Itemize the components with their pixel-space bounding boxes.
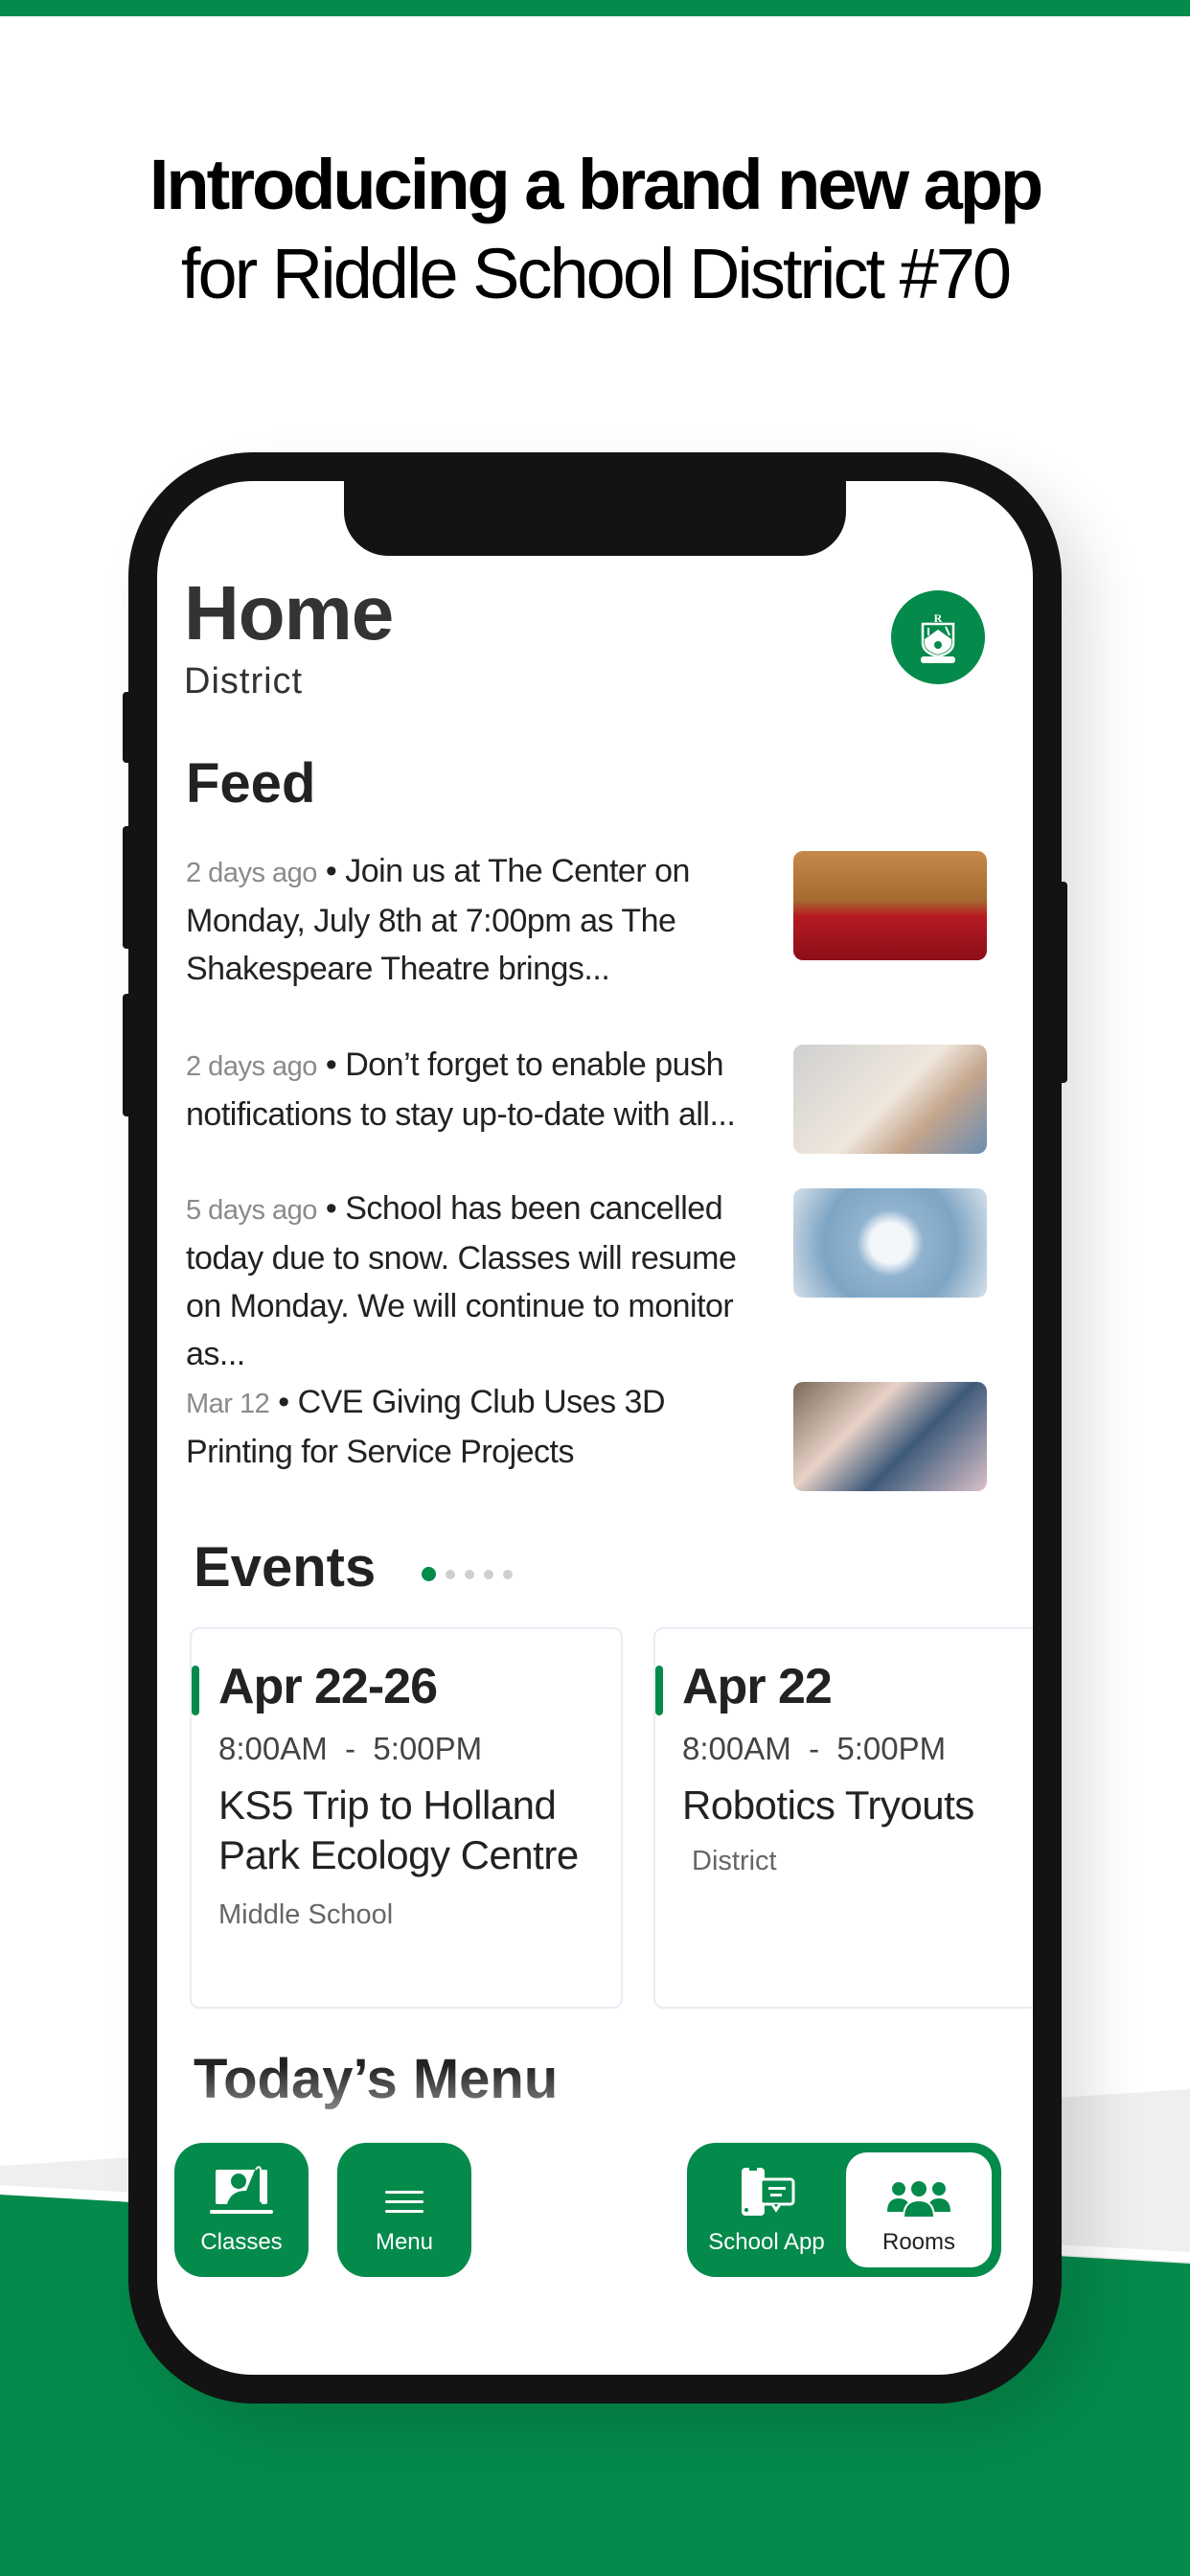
- phone-message-icon: [742, 2168, 795, 2216]
- phone-power-button: [1058, 882, 1067, 1083]
- bullet-separator: •: [325, 853, 346, 889]
- page-dot[interactable]: [503, 1569, 513, 1579]
- feed-item-time: 2 days ago: [186, 1051, 317, 1082]
- mittens-snowflake-photo: [793, 1188, 987, 1298]
- phone-volume-up-button: [123, 826, 132, 949]
- school-app-label: School App: [708, 2229, 825, 2255]
- todays-menu-heading: Today’s Menu: [194, 2048, 559, 2110]
- feed-item[interactable]: 2 days ago • Don’t forget to enable push…: [186, 1041, 987, 1154]
- bullet-separator: •: [325, 1046, 346, 1083]
- page-dot[interactable]: [465, 1569, 474, 1579]
- theatre-seats-photo: [793, 851, 987, 960]
- feed-item-text: 2 days ago • Join us at The Center on Mo…: [186, 847, 780, 993]
- hands-phone-photo: [793, 1045, 987, 1154]
- bullet-separator: •: [325, 1190, 346, 1227]
- feed-item-text: 5 days ago • School has been cancelled t…: [186, 1184, 780, 1378]
- event-date: Apr 22-26: [218, 1659, 438, 1714]
- page-dot-active[interactable]: [422, 1567, 436, 1581]
- classes-button[interactable]: Classes: [174, 2143, 309, 2277]
- menu-button[interactable]: Menu: [337, 2143, 471, 2277]
- page-subtitle: District: [184, 661, 304, 702]
- app-screen: Home District R Feed 2 days ago • Join u…: [157, 481, 1033, 2375]
- event-accent-bar: [192, 1666, 199, 1715]
- event-title: Robotics Tryouts: [682, 1782, 974, 1828]
- events-page-indicator[interactable]: [422, 1567, 513, 1581]
- feed-item[interactable]: 2 days ago • Join us at The Center on Mo…: [186, 847, 987, 991]
- headline-line-1: Introducing a brand new app: [149, 145, 1043, 224]
- event-date: Apr 22: [682, 1659, 833, 1714]
- headline-line-2: for Riddle School District #70: [180, 234, 1012, 313]
- bullet-separator: •: [278, 1384, 298, 1420]
- menu-label: Menu: [375, 2229, 434, 2255]
- page-dot[interactable]: [446, 1569, 455, 1579]
- promo-headline: Introducing a brand new app for Riddle S…: [0, 142, 1190, 320]
- phone-notch: [344, 481, 846, 556]
- people-group-icon: [887, 2179, 950, 2218]
- rooms-label: Rooms: [881, 2229, 956, 2255]
- raised-hand-icon: [210, 2166, 273, 2214]
- page-dot[interactable]: [484, 1569, 493, 1579]
- feed-item-text: Mar 12 • CVE Giving Club Uses 3D Printin…: [186, 1378, 780, 1476]
- event-time: 8:00AM - 5:00PM: [218, 1731, 483, 1766]
- feed-heading: Feed: [186, 752, 316, 815]
- events-heading: Events: [194, 1536, 377, 1598]
- feed-item-time: 5 days ago: [186, 1195, 317, 1226]
- classes-label: Classes: [200, 2229, 283, 2255]
- event-location: District: [692, 1846, 777, 1876]
- phone-mockup: Home District R Feed 2 days ago • Join u…: [123, 452, 1067, 2404]
- phone-volume-down-button: [123, 994, 132, 1116]
- feed-item-time: 2 days ago: [186, 858, 317, 888]
- event-card[interactable]: Apr 22 8:00AM - 5:00PM Robotics Tryouts …: [653, 1627, 1033, 2009]
- phone-mute-switch: [123, 692, 132, 763]
- feed-item[interactable]: 5 days ago • School has been cancelled t…: [186, 1184, 987, 1372]
- feed-item-time: Mar 12: [186, 1389, 270, 1419]
- rooms-button-selected[interactable]: Rooms: [846, 2152, 992, 2267]
- top-accent-bar: [0, 0, 1190, 16]
- feed-item[interactable]: Mar 12 • CVE Giving Club Uses 3D Printin…: [186, 1378, 987, 1491]
- event-location: Middle School: [218, 1899, 394, 1930]
- event-title: KS5 Trip to Holland Park Ecology Centre: [218, 1782, 579, 1877]
- event-time: 8:00AM - 5:00PM: [682, 1731, 947, 1766]
- school-app-button[interactable]: School App: [687, 2143, 846, 2277]
- hamburger-icon: [385, 2191, 423, 2213]
- district-logo-button[interactable]: R: [891, 590, 985, 684]
- event-accent-bar: [655, 1666, 663, 1715]
- app-switcher-segmented-control: School App Rooms: [687, 2143, 1001, 2277]
- event-card[interactable]: Apr 22-26 8:00AM - 5:00PM KS5 Trip to Ho…: [190, 1627, 623, 2009]
- classroom-kids-photo: [793, 1382, 987, 1491]
- feed-item-text: 2 days ago • Don’t forget to enable push…: [186, 1041, 780, 1138]
- page-title: Home: [184, 570, 394, 656]
- riddle-crest-icon: R: [921, 611, 955, 663]
